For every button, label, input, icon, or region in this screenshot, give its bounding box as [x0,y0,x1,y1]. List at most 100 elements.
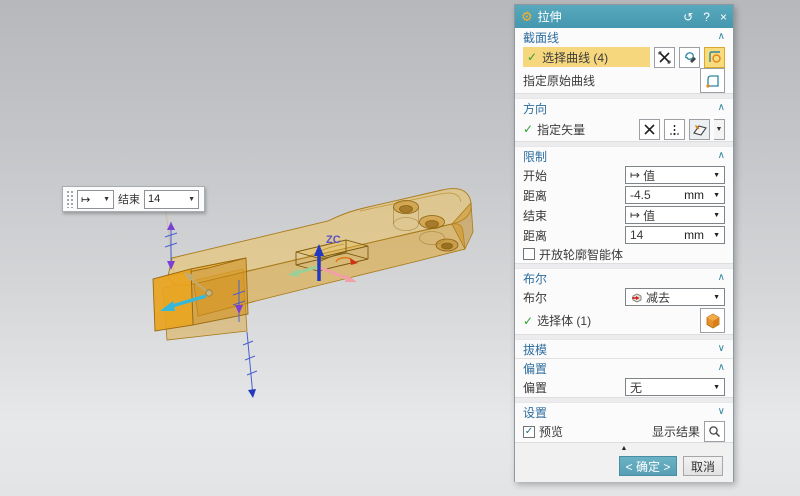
vector-deselect-button[interactable] [639,119,660,140]
end-distance-label: 结束 [118,191,140,207]
mapsto-icon: ↦ [630,208,640,222]
section-header-curve[interactable]: 截面线 ∧ [515,28,733,46]
close-icon[interactable]: × [720,10,727,24]
boolean-row: 布尔 减去 ▼ [515,287,733,307]
curve-edit-icon [683,50,697,64]
start-type-value: 值 [643,167,655,184]
chevron-up-icon[interactable]: ∧ [718,273,725,283]
end-type-value: 值 [643,207,655,224]
boolean-dropdown[interactable]: 减去 ▼ [625,288,725,306]
application-window: ZC [0,0,800,496]
direction-label: 方向 [523,100,547,117]
cancel-button[interactable]: 取消 [683,456,723,476]
magnifier-icon [708,425,721,438]
gear-icon: ⚙ [521,9,533,25]
chevron-down-icon: ▼ [713,212,720,219]
start-type-dropdown[interactable]: ↦ 值 ▼ [625,166,725,184]
orig-curve-label: 指定原始曲线 [523,72,595,89]
deselect-all-button[interactable] [654,47,675,68]
chevron-up-icon[interactable]: ∧ [718,363,725,373]
chevron-down-icon: ▼ [184,196,195,203]
chevron-down-icon[interactable]: ∨ [718,344,725,354]
inferred-vector-icon [668,123,681,136]
limits-label: 限制 [523,148,547,165]
mapsto-icon: ↦ [81,193,90,206]
section-header-settings[interactable]: 设置 ∨ [515,403,733,421]
collapse-dialog-handle[interactable]: ▲ [515,443,733,454]
target-body-cube-icon [704,312,722,330]
end-distance-input[interactable]: 14 mm ▼ [625,226,725,244]
vector-options-caret[interactable]: ▼ [714,119,725,140]
start-row: 开始 ↦ 值 ▼ [515,165,733,185]
section-header-draft[interactable]: 拔模 ∨ [515,340,733,358]
section-header-offset[interactable]: 偏置 ∧ [515,359,733,377]
open-profile-checkbox[interactable] [523,248,535,260]
section-header-limits[interactable]: 限制 ∧ [515,147,733,165]
onscreen-input-toolbar[interactable]: ↦ ▼ 结束 14 ▼ [62,186,205,212]
open-profile-row: 开放轮廓智能体 [515,245,733,263]
offset-label: 偏置 [523,379,547,396]
open-profile-label: 开放轮廓智能体 [539,246,623,263]
start-distance-input[interactable]: -4.5 mm ▼ [625,186,725,204]
section-header-direction[interactable]: 方向 ∧ [515,99,733,117]
curve-rule-button[interactable] [679,47,700,68]
distance-label: 距离 [523,227,547,244]
face-normal-button[interactable] [689,119,710,140]
show-result-button[interactable] [704,421,725,442]
chevron-down-icon: ▼ [713,172,720,179]
collapse-triangle-icon: ▲ [621,445,628,452]
drag-ball-handle[interactable] [206,290,212,296]
end-distance-row: 距离 14 mm ▼ [515,225,733,245]
extrude-dialog: ⚙ 拉伸 ↺ ? × 截面线 ∧ ✓ 选择曲线 (4) [514,4,734,482]
specify-vector-row: ✓ 指定矢量 [515,117,733,141]
end-type-dropdown[interactable]: ↦ 值 ▼ [625,206,725,224]
select-curve-label: 选择曲线 (4) [542,49,608,66]
sketch-section-button[interactable] [704,47,725,68]
orig-curve-button[interactable] [700,68,725,93]
preview-checkbox[interactable]: ✓ [523,426,535,438]
end-distance-value: 14 [630,228,643,242]
drag-grip[interactable] [66,190,73,208]
chevron-down-icon[interactable]: ∨ [718,407,725,417]
reset-icon[interactable]: ↺ [683,10,693,24]
specify-vector-label: 指定矢量 [537,121,585,138]
inferred-vector-button[interactable] [664,119,685,140]
subtract-icon [630,291,643,304]
end-distance-input[interactable]: 14 ▼ [144,190,199,209]
start-distance-value: -4.5 [630,188,651,202]
help-icon[interactable]: ? [703,10,710,24]
chevron-down-icon: ▼ [99,196,110,203]
preview-row: ✓ 预览 显示结果 [515,421,733,442]
offset-value: 无 [630,379,642,396]
settings-label: 设置 [523,404,547,421]
chevron-up-icon[interactable]: ∧ [718,32,725,42]
unit-label: mm [684,188,704,202]
distance-label: 距离 [523,187,547,204]
select-body-label: 选择体 (1) [537,312,591,329]
select-body-button[interactable] [700,308,725,333]
select-curve-field[interactable]: ✓ 选择曲线 (4) [523,47,650,67]
section-header-boolean[interactable]: 布尔 ∧ [515,269,733,287]
chevron-up-icon[interactable]: ∧ [718,151,725,161]
orig-curve-row: 指定原始曲线 [515,68,733,93]
start-label: 开始 [523,167,547,184]
csys-zc-label: ZC [326,234,341,246]
boolean-value: 减去 [646,289,670,306]
chevron-down-icon: ▼ [713,192,720,199]
corner-curve-icon [705,73,721,89]
boolean-header-label: 布尔 [523,270,547,287]
dialog-title: 拉伸 [538,8,562,25]
chevron-up-icon[interactable]: ∧ [718,103,725,113]
dialog-titlebar[interactable]: ⚙ 拉伸 ↺ ? × [515,5,733,28]
select-curve-row: ✓ 选择曲线 (4) [515,46,733,68]
select-body-row: ✓ 选择体 (1) [515,307,733,334]
offset-dropdown[interactable]: 无 ▼ [625,378,725,396]
ok-button[interactable]: < 确定 > [619,456,677,476]
offset-row: 偏置 无 ▼ [515,377,733,397]
offset-header-label: 偏置 [523,360,547,377]
limit-option-dropdown[interactable]: ↦ ▼ [77,190,114,209]
face-plane-icon [692,122,708,137]
boolean-label: 布尔 [523,289,547,306]
check-icon: ✓ [523,314,533,328]
end-row: 结束 ↦ 值 ▼ [515,205,733,225]
